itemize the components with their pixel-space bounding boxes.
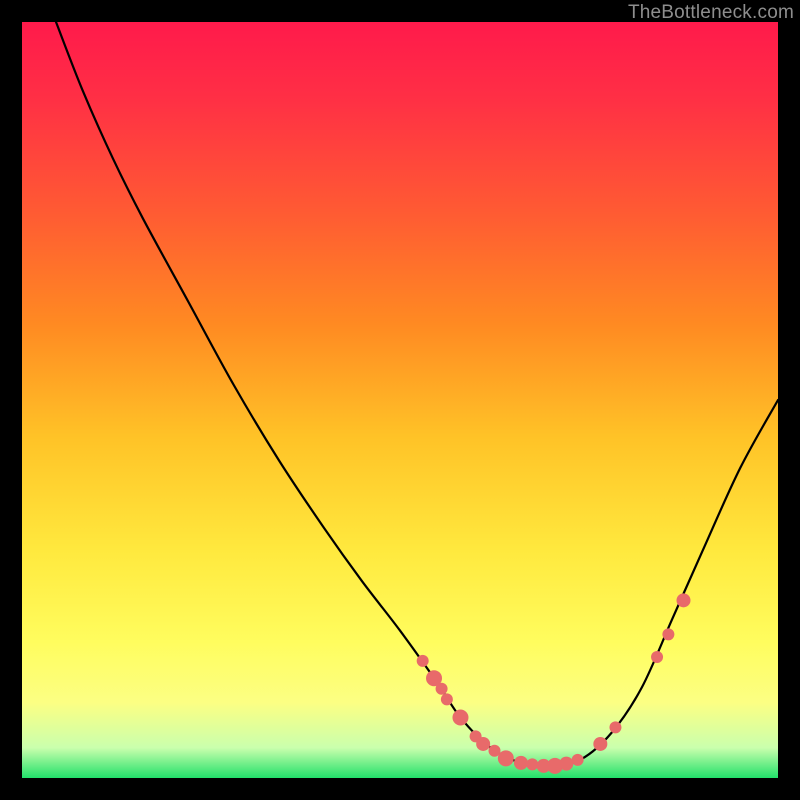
watermark-label: TheBottleneck.com (628, 2, 794, 24)
data-marker (514, 756, 528, 770)
data-marker (559, 757, 573, 771)
data-marker (662, 628, 674, 640)
data-marker (572, 754, 584, 766)
data-marker (476, 737, 490, 751)
data-marker (651, 651, 663, 663)
bottleneck-chart (22, 22, 778, 778)
data-marker (609, 721, 621, 733)
data-marker (452, 710, 468, 726)
data-marker (526, 758, 538, 770)
data-marker (436, 683, 448, 695)
gradient-rect (22, 22, 778, 778)
data-marker (417, 655, 429, 667)
data-marker (593, 737, 607, 751)
data-marker (677, 593, 691, 607)
data-marker (498, 750, 514, 766)
data-marker (441, 693, 453, 705)
